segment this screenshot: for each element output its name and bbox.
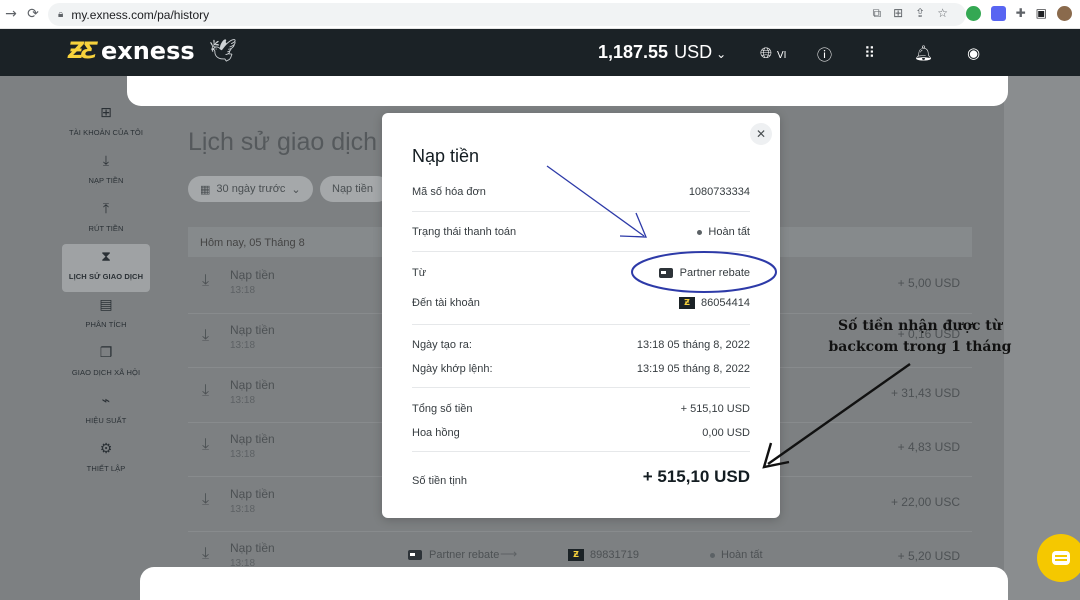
annotation-layer [546, 165, 911, 469]
annotation-line-1: Số tiền nhận được từ [838, 318, 1002, 334]
blue-arrow-head [619, 212, 647, 238]
blue-arrow-line [546, 165, 645, 237]
chat-button[interactable] [1037, 534, 1080, 582]
annotation-line-2: backcom trong 1 tháng [828, 339, 1012, 355]
black-arrow-line [767, 363, 911, 465]
highlight-ellipse [631, 251, 777, 293]
chat-bubble-icon [1052, 551, 1070, 565]
annotation-text: Số tiền nhận được từ backcom trong 1 thá… [808, 316, 1032, 358]
